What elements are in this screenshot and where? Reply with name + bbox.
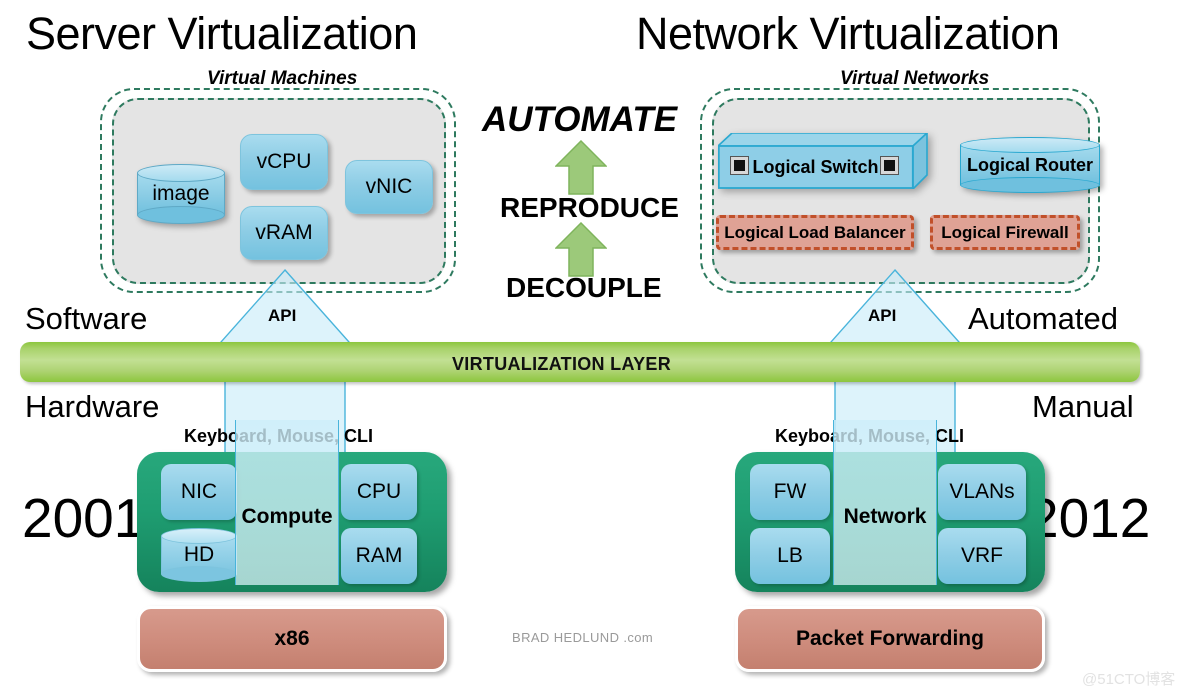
software-label: Software	[25, 301, 148, 336]
compute-component-cpu: CPU	[341, 464, 417, 520]
compute-base-box: x86	[137, 606, 447, 672]
virtualization-layer-label: VIRTUALIZATION LAYER	[452, 354, 672, 374]
network-component-fw-label: FW	[773, 480, 807, 503]
vnet-component-logical-router-label: Logical Router	[966, 154, 1093, 175]
vm-component-vnic-label: vNIC	[365, 175, 413, 198]
green-up-arrow-lower	[555, 222, 607, 277]
decouple-label: DECOUPLE	[506, 272, 662, 303]
vm-component-vcpu-label: vCPU	[256, 150, 312, 173]
network-component-lb-label: LB	[777, 544, 803, 567]
manual-label: Manual	[1032, 389, 1134, 424]
site-watermark: @51CTO博客	[1082, 671, 1176, 688]
vm-component-vram-label: vRAM	[255, 221, 313, 244]
reproduce-label: REPRODUCE	[500, 192, 679, 223]
author-credit: BRAD HEDLUND .com	[512, 630, 654, 645]
vnet-component-logical-switch-label: Logical Switch	[752, 156, 879, 177]
automated-label: Automated	[968, 301, 1118, 336]
api-label-left: API	[268, 306, 297, 325]
network-component-vrf: VRF	[938, 528, 1026, 584]
virtual-networks-label: Virtual Networks	[840, 68, 990, 89]
network-base-box: Packet Forwarding	[735, 606, 1045, 672]
vnet-component-logical-switch: Logical Switch	[715, 131, 930, 191]
compute-component-hd: HD	[161, 528, 237, 582]
compute-component-hd-label: HD	[183, 543, 215, 566]
network-component-vlans-label: VLANs	[949, 480, 1015, 503]
compute-base-label: x86	[274, 627, 310, 650]
compute-component-nic-label: NIC	[180, 480, 218, 503]
left-year-label: 2001	[22, 487, 145, 549]
vnet-component-logical-router: Logical Router	[960, 137, 1100, 193]
automate-label: AUTOMATE	[482, 100, 678, 139]
network-component-vrf-label: VRF	[961, 544, 1003, 567]
compute-center-label: Compute	[241, 505, 333, 528]
right-section-title: Network Virtualization	[636, 8, 1060, 59]
vm-component-vcpu: vCPU	[240, 134, 328, 190]
compute-component-nic: NIC	[161, 464, 237, 520]
left-section-title: Server Virtualization	[26, 8, 418, 59]
hardware-label: Hardware	[25, 389, 160, 424]
vnet-component-logical-load-balancer: Logical Load Balancer	[716, 215, 914, 250]
network-base-label: Packet Forwarding	[796, 627, 984, 650]
right-year-label: 2012	[1028, 487, 1151, 549]
green-up-arrow-upper	[555, 140, 607, 195]
compute-component-cpu-label: CPU	[356, 480, 402, 503]
vm-component-vram: vRAM	[240, 206, 328, 260]
compute-component-ram-label: RAM	[355, 544, 403, 567]
vm-component-vnic: vNIC	[345, 160, 433, 214]
vm-component-image: image	[137, 164, 225, 224]
vnet-component-logical-load-balancer-label: Logical Load Balancer	[724, 222, 906, 242]
api-label-right: API	[868, 306, 897, 325]
vm-component-image-label: image	[152, 182, 210, 205]
vnet-component-logical-firewall-label: Logical Firewall	[941, 222, 1069, 242]
virtual-machines-label: Virtual Machines	[207, 68, 358, 89]
vnet-component-logical-firewall: Logical Firewall	[930, 215, 1080, 250]
diagram-canvas: Server Virtualization Network Virtualiza…	[0, 0, 1184, 694]
network-component-fw: FW	[750, 464, 830, 520]
network-component-lb: LB	[750, 528, 830, 584]
network-component-vlans: VLANs	[938, 464, 1026, 520]
network-center-label: Network	[843, 505, 927, 528]
compute-component-ram: RAM	[341, 528, 417, 584]
